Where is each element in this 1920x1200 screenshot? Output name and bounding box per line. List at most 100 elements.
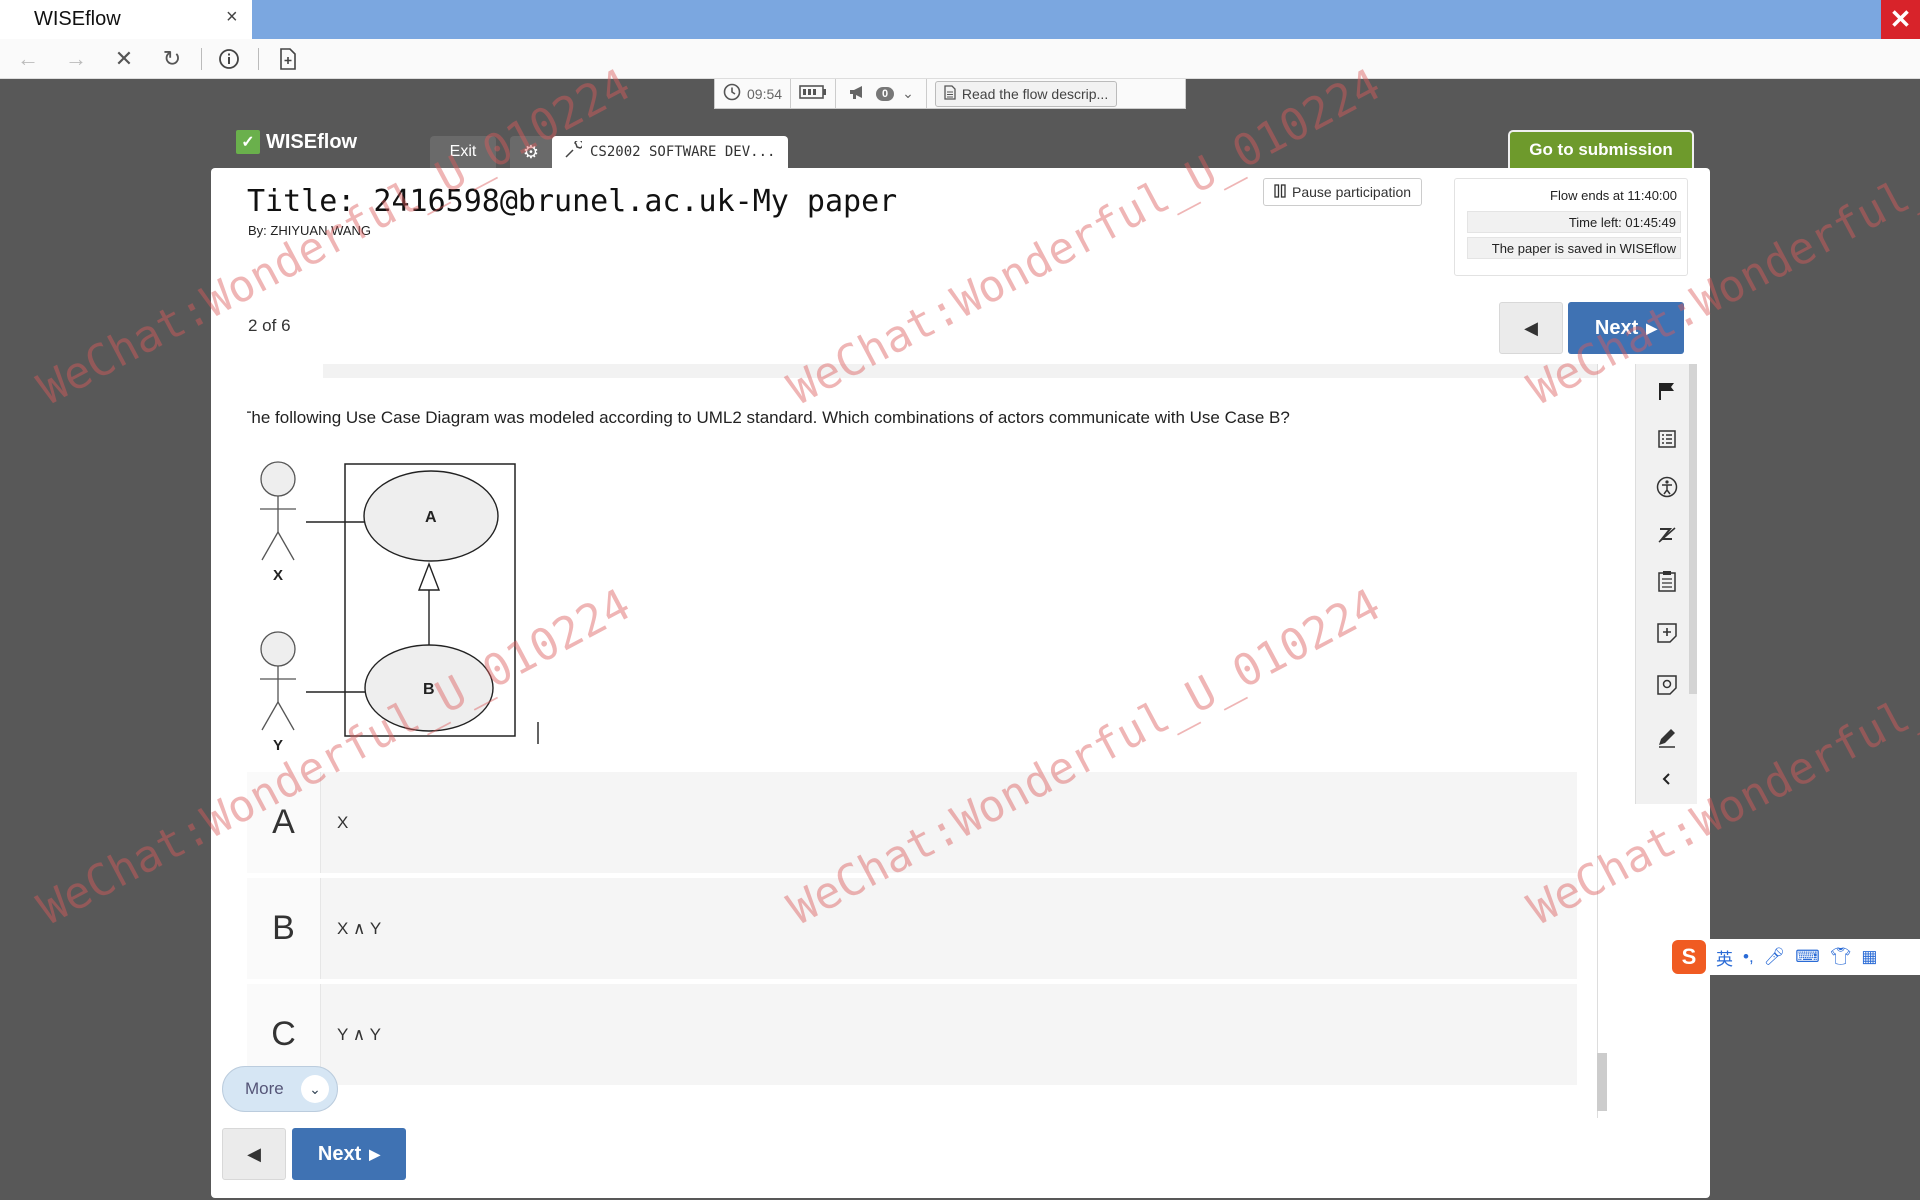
flow-status-bar: 09:54 0 ⌄ Read the flow descrip... (714, 79, 1186, 109)
next-label: Next (1594, 316, 1639, 339)
question-text: The following Use Case Diagram was model… (247, 408, 1290, 427)
chevron-down-icon[interactable]: ⌄ (902, 85, 914, 102)
option-a[interactable]: A X (247, 772, 1577, 876)
flow-description-label: Read the flow descrip... (961, 85, 1109, 102)
flag-icon[interactable] (1648, 372, 1686, 410)
course-tab[interactable]: CS2002 SOFTWARE DEV... (552, 136, 788, 168)
skin-icon[interactable]: 👕︎ (1830, 947, 1852, 967)
stop-icon[interactable]: ✕ (110, 45, 138, 73)
apps-icon[interactable]: ▦ (1861, 947, 1877, 967)
gear-icon: ⚙ (522, 141, 540, 162)
wiseflow-logo: ✓ WISEflow (236, 130, 357, 154)
exit-button[interactable]: Exit (430, 136, 496, 168)
go-to-submission-button[interactable]: Go to submission (1508, 130, 1694, 168)
page-title: Title: 2416598@brunel.ac.uk-My paper (247, 184, 898, 219)
info-icon[interactable] (215, 45, 243, 73)
question-counter: 2 of 6 (248, 316, 291, 335)
announcements-widget[interactable]: 0 ⌄ (836, 79, 927, 108)
clock-text: 09:54 (747, 85, 783, 102)
content-scrollbar[interactable] (1597, 364, 1607, 1118)
time-left-text: Time left: 01:45:49 (1467, 211, 1681, 233)
wiseflow-logo-icon: ✓ (236, 130, 260, 154)
browser-toolbar: ← → ✕ ↻ (0, 39, 1920, 79)
clipboard-icon[interactable] (1648, 562, 1686, 600)
browser-tab-bar: WISEflow × ✕ (0, 0, 1920, 39)
tools-icon (564, 139, 584, 163)
pause-icon (1274, 183, 1286, 201)
actor-x-label: X (273, 567, 283, 584)
option-text: Y ∧ Y (337, 1024, 381, 1044)
clock-widget: 09:54 (715, 79, 792, 108)
megaphone-icon (848, 84, 868, 103)
page-icon[interactable] (274, 45, 302, 73)
clock-icon (723, 83, 741, 104)
forward-icon[interactable]: → (62, 45, 90, 73)
option-text: X ∧ Y (337, 918, 382, 938)
flow-info-box: Flow ends at 11:40:00 Time left: 01:45:4… (1454, 178, 1688, 276)
flow-ends-text: Flow ends at 11:40:00 (1550, 188, 1677, 203)
bottom-next-button[interactable]: Next ▶ (292, 1128, 406, 1180)
actor-y-label: Y (273, 737, 283, 754)
content-scrollbar-thumb[interactable] (1597, 1053, 1607, 1111)
toolbar-divider (258, 48, 259, 70)
list-icon[interactable] (1648, 420, 1686, 458)
wiseflow-logo-text: WISEflow (266, 130, 358, 153)
tool-rail-scrollbar[interactable] (1689, 364, 1697, 694)
answer-options: A X B X ∧ Y C Y ∧ Y (247, 772, 1577, 1090)
window-close-button[interactable]: ✕ (1881, 0, 1920, 39)
more-label: More (245, 1079, 284, 1098)
back-icon[interactable]: ← (14, 45, 42, 73)
punctuation-icon[interactable]: •, (1743, 947, 1754, 967)
caret-left-icon: ◀ (247, 1143, 261, 1164)
previous-button[interactable]: ◀ (1499, 302, 1563, 354)
document-icon (944, 84, 956, 103)
content-top-strip (247, 364, 1597, 378)
paper-card: Title: 2416598@brunel.ac.uk-My paper By:… (211, 168, 1710, 1198)
accessibility-icon[interactable] (1648, 468, 1686, 506)
battery-icon (799, 85, 827, 102)
question-content[interactable]: The following Use Case Diagram was model… (247, 364, 1597, 1124)
flow-description-button[interactable]: Read the flow descrip... (934, 80, 1118, 107)
more-button[interactable]: More ⌄ (222, 1066, 338, 1112)
browser-tab-title: WISEflow (34, 8, 121, 30)
zoom-icon[interactable] (1648, 516, 1686, 554)
pause-participation-label: Pause participation (1292, 184, 1412, 200)
pencil-icon[interactable] (1648, 718, 1686, 756)
tab-close-icon[interactable]: × (226, 6, 238, 29)
notification-count-badge: 0 (876, 86, 895, 101)
author-byline: By: ZHIYUAN WANG (248, 223, 372, 238)
option-b[interactable]: B X ∧ Y (247, 878, 1577, 982)
option-letter: A (247, 772, 321, 873)
image-note-icon[interactable] (1648, 666, 1686, 704)
pause-participation-button[interactable]: Pause participation (1263, 178, 1423, 206)
bottom-previous-button[interactable]: ◀ (222, 1128, 286, 1180)
option-letter: B (247, 878, 321, 979)
ime-logo-icon: S (1672, 940, 1706, 974)
add-note-icon[interactable] (1648, 614, 1686, 652)
microphone-icon[interactable]: 🎤︎ (1764, 947, 1786, 967)
caret-right-icon: ▶ (369, 1145, 381, 1162)
use-case-a-label: A (425, 509, 437, 526)
reload-icon[interactable]: ↻ (158, 45, 186, 73)
keyboard-icon[interactable]: ⌨ (1795, 947, 1820, 967)
settings-tab[interactable]: ⚙ (510, 136, 552, 168)
browser-tab[interactable]: WISEflow × (0, 0, 252, 39)
caret-left-icon: ◀ (1524, 317, 1538, 338)
bottom-next-label: Next (317, 1142, 362, 1165)
ime-toolbar[interactable]: S 英 •, 🎤︎ ⌨ 👕︎ ▦ (1666, 939, 1920, 975)
caret-right-icon: ▶ (1646, 319, 1658, 336)
collapse-icon[interactable] (1648, 760, 1686, 798)
battery-widget (791, 79, 837, 108)
chevron-down-icon: ⌄ (301, 1075, 329, 1103)
use-case-b-label: B (423, 681, 435, 698)
content-top-notch (247, 364, 323, 378)
toolbar-divider (201, 48, 202, 70)
option-text: X (337, 812, 349, 832)
tool-rail (1635, 364, 1697, 804)
saved-status-text: The paper is saved in WISEflow (1467, 237, 1681, 259)
course-tab-label: CS2002 SOFTWARE DEV... (590, 144, 776, 160)
use-case-diagram: X Y A B (260, 461, 539, 754)
next-button[interactable]: Next ▶ (1568, 302, 1684, 354)
ime-language[interactable]: 英 (1716, 945, 1733, 970)
option-c[interactable]: C Y ∧ Y (247, 984, 1577, 1088)
